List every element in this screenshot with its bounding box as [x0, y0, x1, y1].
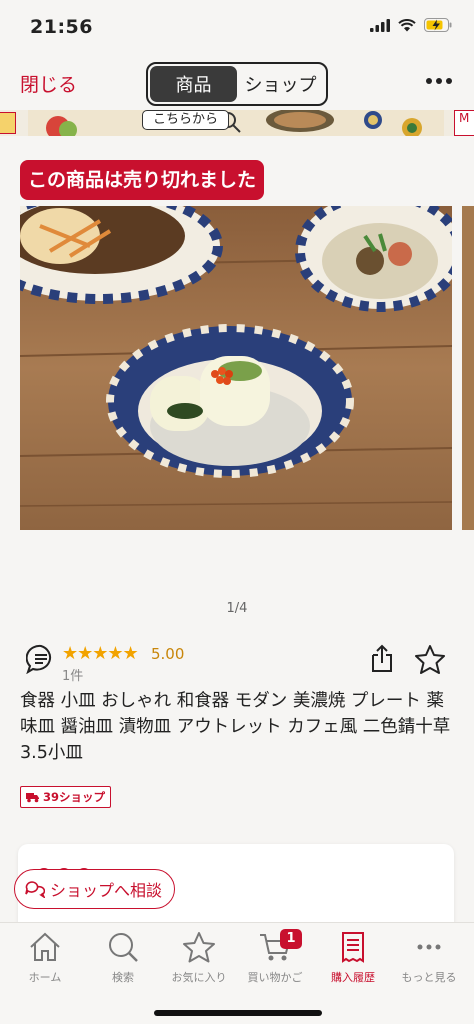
tab-favorites-label: お気に入り — [171, 971, 227, 984]
close-button[interactable]: 閉じる — [20, 70, 77, 97]
home-icon — [30, 932, 60, 961]
banner-left-image — [0, 112, 16, 134]
tab-search[interactable]: 検索 — [84, 931, 162, 985]
banner-button[interactable]: こちらから — [142, 110, 230, 130]
product-photo-illustration — [20, 206, 452, 530]
product-shop-toggle: 商品 ショップ — [146, 62, 328, 106]
wifi-icon — [398, 18, 416, 31]
receipt-icon — [342, 932, 364, 963]
status-icons — [370, 18, 452, 32]
header: 閉じる 商品 ショップ — [0, 48, 474, 110]
more-options-button[interactable] — [426, 78, 452, 84]
share-icon[interactable] — [369, 644, 395, 678]
product-title: 食器 小皿 おしゃれ 和食器 モダン 美濃焼 プレート 薬味皿 醤油皿 漬物皿 … — [20, 691, 451, 763]
tab-favorites[interactable]: お気に入り — [160, 931, 238, 985]
tab-home[interactable]: ホーム — [6, 931, 84, 985]
cart-count-badge: 1 — [280, 929, 302, 949]
tab-more[interactable]: もっと見る — [390, 931, 468, 985]
signal-icon — [370, 18, 390, 32]
banner-illustration — [46, 110, 422, 136]
review-icon[interactable] — [25, 644, 56, 678]
bottom-tab-bar: ホーム 検索 お気に入り 1 買い物かご 購入履歴 もっと見る — [0, 922, 474, 1024]
tab-cart[interactable]: 1 買い物かご — [236, 929, 314, 985]
favorite-star-icon[interactable] — [414, 644, 446, 678]
banner-right-tab[interactable]: M — [454, 110, 474, 136]
status-time: 21:56 — [30, 16, 93, 38]
soldout-label: この商品は売り切れました — [20, 160, 265, 200]
status-bar: 21:56 — [0, 0, 474, 48]
more-icon — [417, 944, 441, 950]
banner-image: こちらから — [28, 110, 444, 136]
tab-product[interactable]: 商品 — [150, 66, 237, 102]
truck-icon — [26, 792, 39, 802]
home-indicator — [154, 1010, 322, 1016]
tab-purchase-history[interactable]: 購入履歴 — [314, 931, 392, 985]
rating-value: 5.00 — [151, 645, 185, 663]
shop-badge-label: 39ショップ — [43, 790, 106, 804]
shop-consult-button[interactable]: ショップへ相談 — [14, 869, 176, 909]
promo-banner[interactable]: こちらから M — [0, 110, 474, 136]
chat-icon — [25, 881, 45, 898]
review-count[interactable]: 1件 — [62, 665, 83, 684]
tab-shop[interactable]: ショップ — [237, 66, 324, 102]
image-counter: 1/4 — [226, 601, 248, 616]
next-image-peek[interactable] — [462, 206, 474, 530]
tab-purchase-history-label: 購入履歴 — [331, 971, 375, 984]
tab-search-label: 検索 — [112, 971, 134, 984]
star-icon — [183, 932, 215, 963]
shop-consult-label: ショップへ相談 — [50, 881, 163, 900]
tab-more-label: もっと見る — [401, 971, 457, 984]
rating-stars: ★★★★★ — [62, 643, 139, 664]
shop-badge: 39ショップ — [20, 786, 112, 808]
tab-home-label: ホーム — [28, 971, 62, 984]
tab-cart-label: 買い物かご — [247, 971, 303, 984]
product-image[interactable] — [20, 206, 452, 530]
search-icon — [109, 933, 138, 962]
battery-charging-icon — [424, 18, 452, 32]
